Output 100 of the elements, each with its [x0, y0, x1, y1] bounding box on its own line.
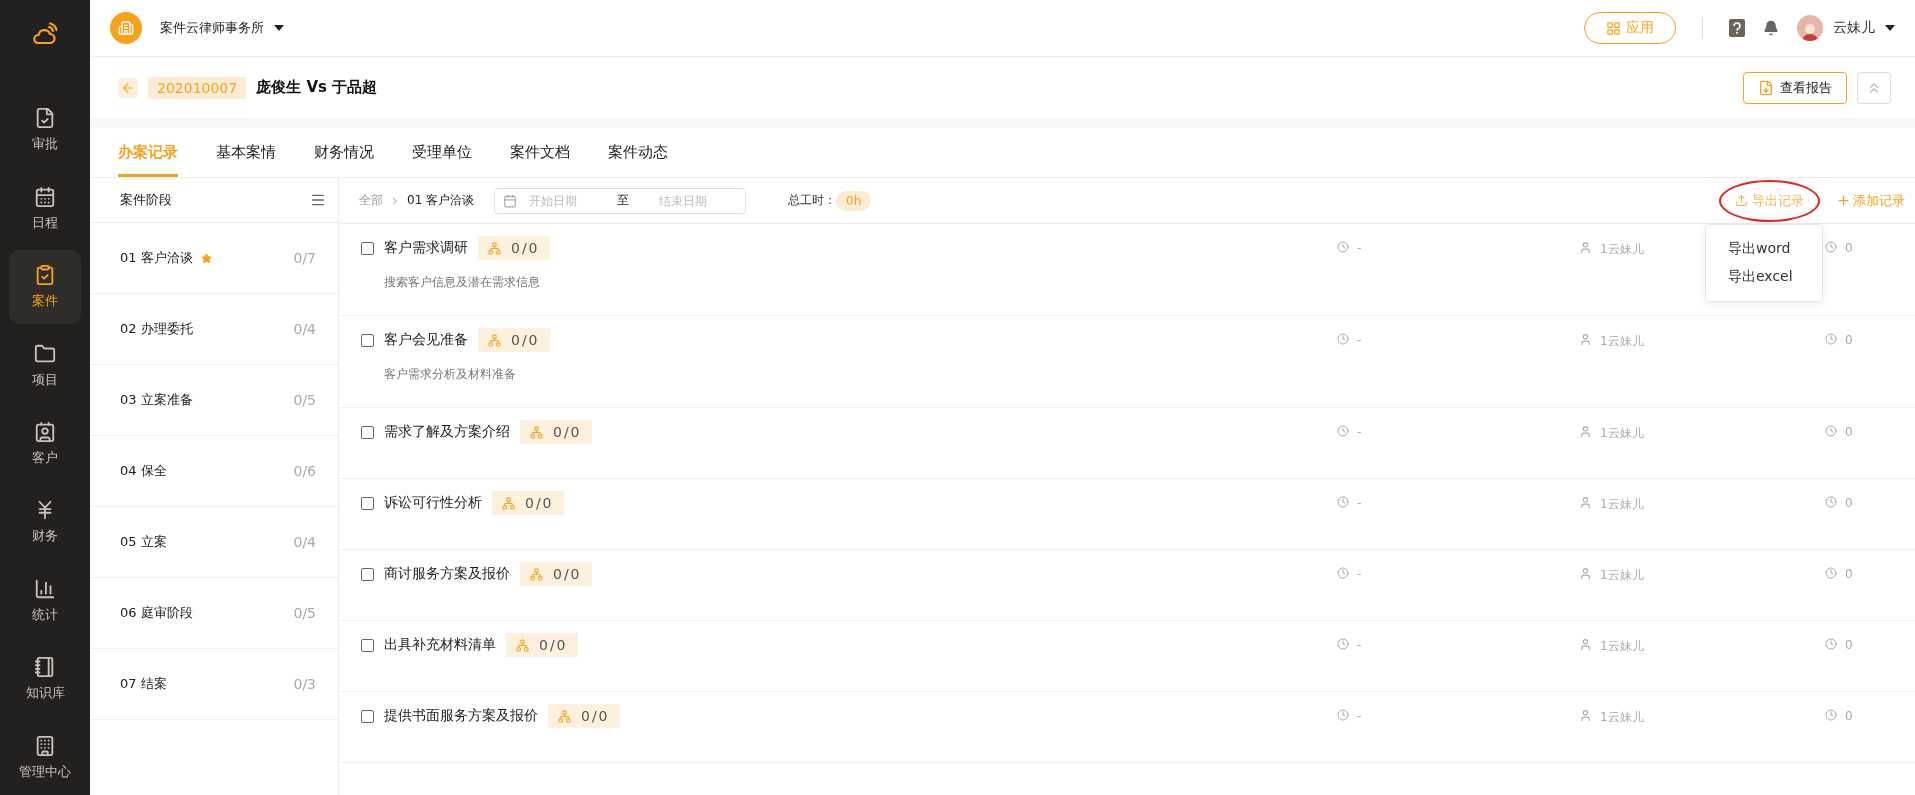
menu-item[interactable]: 导出excel: [1706, 262, 1822, 291]
clock-icon: [1337, 709, 1349, 721]
task-time: -: [1357, 638, 1362, 652]
user-name[interactable]: 云妹儿: [1833, 19, 1875, 37]
hierarchy-icon: [530, 567, 543, 581]
clock-icon: [1825, 709, 1837, 721]
stages-heading: 案件阶段: [120, 191, 172, 209]
stage-count: 0/4: [293, 321, 316, 337]
hierarchy-icon: [516, 638, 529, 652]
task-hours: 0: [1845, 333, 1853, 347]
task-title[interactable]: 需求了解及方案介绍: [384, 423, 510, 441]
sidebar-item[interactable]: 案件: [9, 249, 81, 325]
sidebar-icon: [34, 577, 56, 600]
sidebar-item[interactable]: 财务: [9, 485, 81, 560]
task-time: -: [1357, 496, 1362, 510]
task-hours: 0: [1845, 241, 1853, 255]
sidebar-item[interactable]: 客户: [9, 406, 81, 482]
task-title[interactable]: 出具补充材料清单: [384, 636, 496, 654]
user-icon: [1579, 709, 1592, 722]
stage-item[interactable]: 03 立案准备 0/5: [90, 365, 338, 436]
sidebar-item[interactable]: 日程: [9, 171, 81, 246]
avatar-icon[interactable]: [1797, 15, 1823, 41]
stage-item[interactable]: 07 结案 0/3: [90, 649, 338, 720]
stage-item[interactable]: 01 客户洽谈 0/7: [90, 223, 338, 294]
range-separator: 至: [617, 192, 630, 209]
stage-item[interactable]: 04 保全 0/6: [90, 436, 338, 507]
start-date-input[interactable]: 开始日期: [527, 192, 608, 209]
user-icon: [1579, 638, 1592, 651]
case-title: 庞俊生 Vs 于品超: [256, 78, 378, 97]
sidebar-item[interactable]: 知识库: [9, 642, 81, 717]
stage-label: 02 办理委托: [120, 320, 193, 338]
grid-icon: [1606, 20, 1621, 36]
date-range-field[interactable]: 开始日期 至 结束日期: [494, 187, 747, 214]
breadcrumb-item[interactable]: 01 客户洽谈: [407, 192, 475, 209]
task-hours: 0: [1845, 425, 1853, 439]
user-icon: [1579, 567, 1592, 580]
task-assignee: 1云妹儿: [1600, 496, 1644, 513]
task-assignee: 1云妹儿: [1600, 709, 1644, 726]
subtask-count: 0/0: [520, 420, 592, 444]
end-date-input[interactable]: 结束日期: [657, 192, 738, 209]
clock-icon: [1825, 567, 1837, 579]
task-assignee: 1云妹儿: [1600, 638, 1644, 655]
arrow-left-icon: [121, 80, 135, 95]
help-icon[interactable]: [1729, 19, 1745, 37]
hierarchy-icon: [502, 496, 515, 510]
hierarchy-icon: [558, 709, 571, 723]
stage-label: 03 立案准备: [120, 391, 193, 409]
organization-name[interactable]: 案件云律师事务所: [160, 19, 264, 37]
task-title[interactable]: 提供书面服务方案及报价: [384, 707, 538, 725]
subtask-count: 0/0: [478, 328, 550, 352]
checkbox[interactable]: [361, 709, 374, 723]
hierarchy-icon: [488, 241, 501, 255]
stage-label: 07 结案: [120, 675, 167, 693]
sidebar-icon: [34, 264, 56, 287]
clock-icon: [1337, 638, 1349, 650]
stage-item[interactable]: 05 立案 0/4: [90, 507, 338, 578]
menu-item[interactable]: 导出word: [1706, 234, 1822, 263]
tab[interactable]: 财务情况: [314, 128, 374, 177]
sidebar-item[interactable]: 统计: [9, 563, 81, 639]
sidebar-item[interactable]: 管理中心: [9, 720, 81, 795]
task-title[interactable]: 客户会见准备: [384, 331, 468, 349]
task-assignee: 1云妹儿: [1600, 567, 1644, 584]
user-icon: [1579, 333, 1592, 346]
clock-icon: [1337, 241, 1349, 253]
tab[interactable]: 案件文档: [510, 128, 570, 177]
checkbox[interactable]: [361, 567, 374, 581]
task-title[interactable]: 客户需求调研: [384, 239, 468, 257]
cloud-logo-icon: [32, 22, 58, 46]
stage-label: 04 保全: [120, 462, 167, 480]
hierarchy-icon: [488, 333, 501, 347]
stage-count: 0/4: [293, 534, 316, 550]
report-button[interactable]: 查看报告: [1743, 71, 1847, 104]
organization-logo-icon: [110, 12, 142, 44]
clock-icon: [1337, 496, 1349, 508]
checkbox[interactable]: [361, 241, 374, 255]
checkbox[interactable]: [361, 638, 374, 652]
task-title[interactable]: 诉讼可行性分析: [384, 494, 482, 512]
tab[interactable]: 基本案情: [216, 128, 276, 177]
sidebar-icon: [34, 421, 56, 443]
sidebar-icon: [34, 734, 56, 757]
clock-icon: [1337, 567, 1349, 579]
plus-icon: [1836, 193, 1851, 208]
menu-icon[interactable]: [310, 192, 326, 208]
stage-item[interactable]: 02 办理委托 0/4: [90, 294, 338, 365]
sidebar-item[interactable]: 项目: [9, 328, 81, 403]
checkbox[interactable]: [361, 425, 374, 439]
tab[interactable]: 受理单位: [412, 128, 472, 177]
sidebar-item[interactable]: 审批: [9, 93, 81, 168]
bell-icon[interactable]: [1763, 20, 1779, 36]
checkbox[interactable]: [361, 496, 374, 510]
task-title[interactable]: 商讨服务方案及报价: [384, 565, 510, 583]
tab[interactable]: 案件动态: [608, 128, 668, 177]
stage-count: 0/5: [293, 392, 316, 408]
file-icon: [1758, 79, 1774, 96]
stage-item[interactable]: 06 庭审阶段 0/5: [90, 578, 338, 649]
task-description: 客户需求分析及材料准备: [384, 366, 517, 383]
task-hours: 0: [1845, 709, 1853, 723]
checkbox[interactable]: [361, 333, 374, 347]
subtask-count: 0/0: [520, 562, 592, 586]
user-icon: [1579, 496, 1592, 509]
